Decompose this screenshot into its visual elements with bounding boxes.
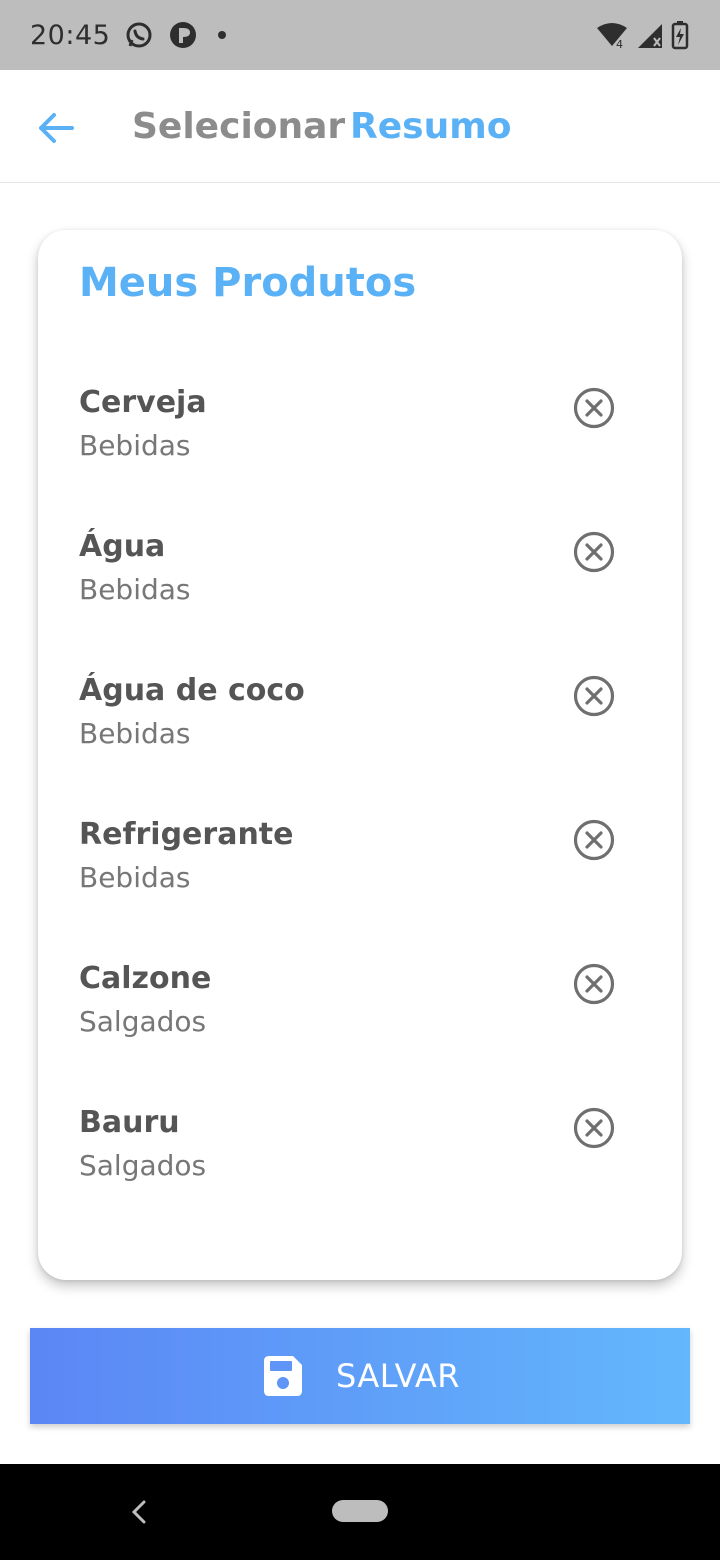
status-left: 20:45 [30,20,232,51]
status-time: 20:45 [30,19,111,51]
wifi-icon: 4 [597,23,627,50]
remove-circle-icon [573,819,615,861]
list-item: Refrigerante Bebidas [38,817,682,961]
product-name: Cerveja [79,385,207,420]
app-bar: Selecionar Resumo [0,70,720,183]
remove-button[interactable] [572,818,616,862]
back-button[interactable] [36,108,76,148]
save-icon [263,1356,302,1396]
product-category: Bebidas [79,717,191,750]
whatsapp-icon [126,22,152,48]
remove-circle-icon [573,1107,615,1149]
list-item: Cerveja Bebidas [38,385,682,529]
product-category: Salgados [79,1149,207,1182]
save-button[interactable]: SALVAR [30,1328,690,1424]
remove-button[interactable] [572,386,616,430]
dot-icon [218,31,227,39]
card-title: Meus Produtos [79,260,417,306]
arrow-left-icon [39,113,74,143]
remove-button[interactable] [572,530,616,574]
tab-resumo[interactable]: Resumo [350,106,511,147]
nav-back-icon [131,1500,146,1524]
remove-circle-icon [573,531,615,573]
product-name: Água de coco [79,673,305,708]
nav-back-button[interactable] [128,1496,150,1528]
nav-home-button[interactable] [332,1500,388,1522]
remove-circle-icon [573,963,615,1005]
product-name: Água [79,529,166,564]
product-category: Bebidas [79,861,191,894]
save-button-label: SALVAR [335,1357,461,1395]
remove-button[interactable] [572,1106,616,1150]
product-category: Salgados [79,1005,207,1038]
list-item: Água Bebidas [38,529,682,673]
list-item: Bauru Salgados [38,1105,682,1249]
products-card: Meus Produtos Cerveja Bebidas Água Bebid… [38,230,682,1280]
product-name: Refrigerante [79,817,294,852]
app-notification-icon [170,22,197,48]
remove-button[interactable] [572,962,616,1006]
status-right: 4 [594,20,690,50]
signal-icon [638,24,662,48]
battery-icon [671,21,689,50]
product-name: Calzone [79,961,212,996]
list-item: Água de coco Bebidas [38,673,682,817]
product-category: Bebidas [79,429,191,462]
remove-circle-icon [573,387,615,429]
remove-button[interactable] [572,674,616,718]
product-name: Bauru [79,1105,180,1140]
product-category: Bebidas [79,573,191,606]
list-item: Calzone Salgados [38,961,682,1105]
remove-circle-icon [573,675,615,717]
status-bar: 20:45 4 [0,0,720,70]
tab-selecionar[interactable]: Selecionar [132,106,345,147]
svg-text:4: 4 [616,38,623,50]
product-list[interactable]: Meus Produtos Cerveja Bebidas Água Bebid… [38,230,682,1255]
